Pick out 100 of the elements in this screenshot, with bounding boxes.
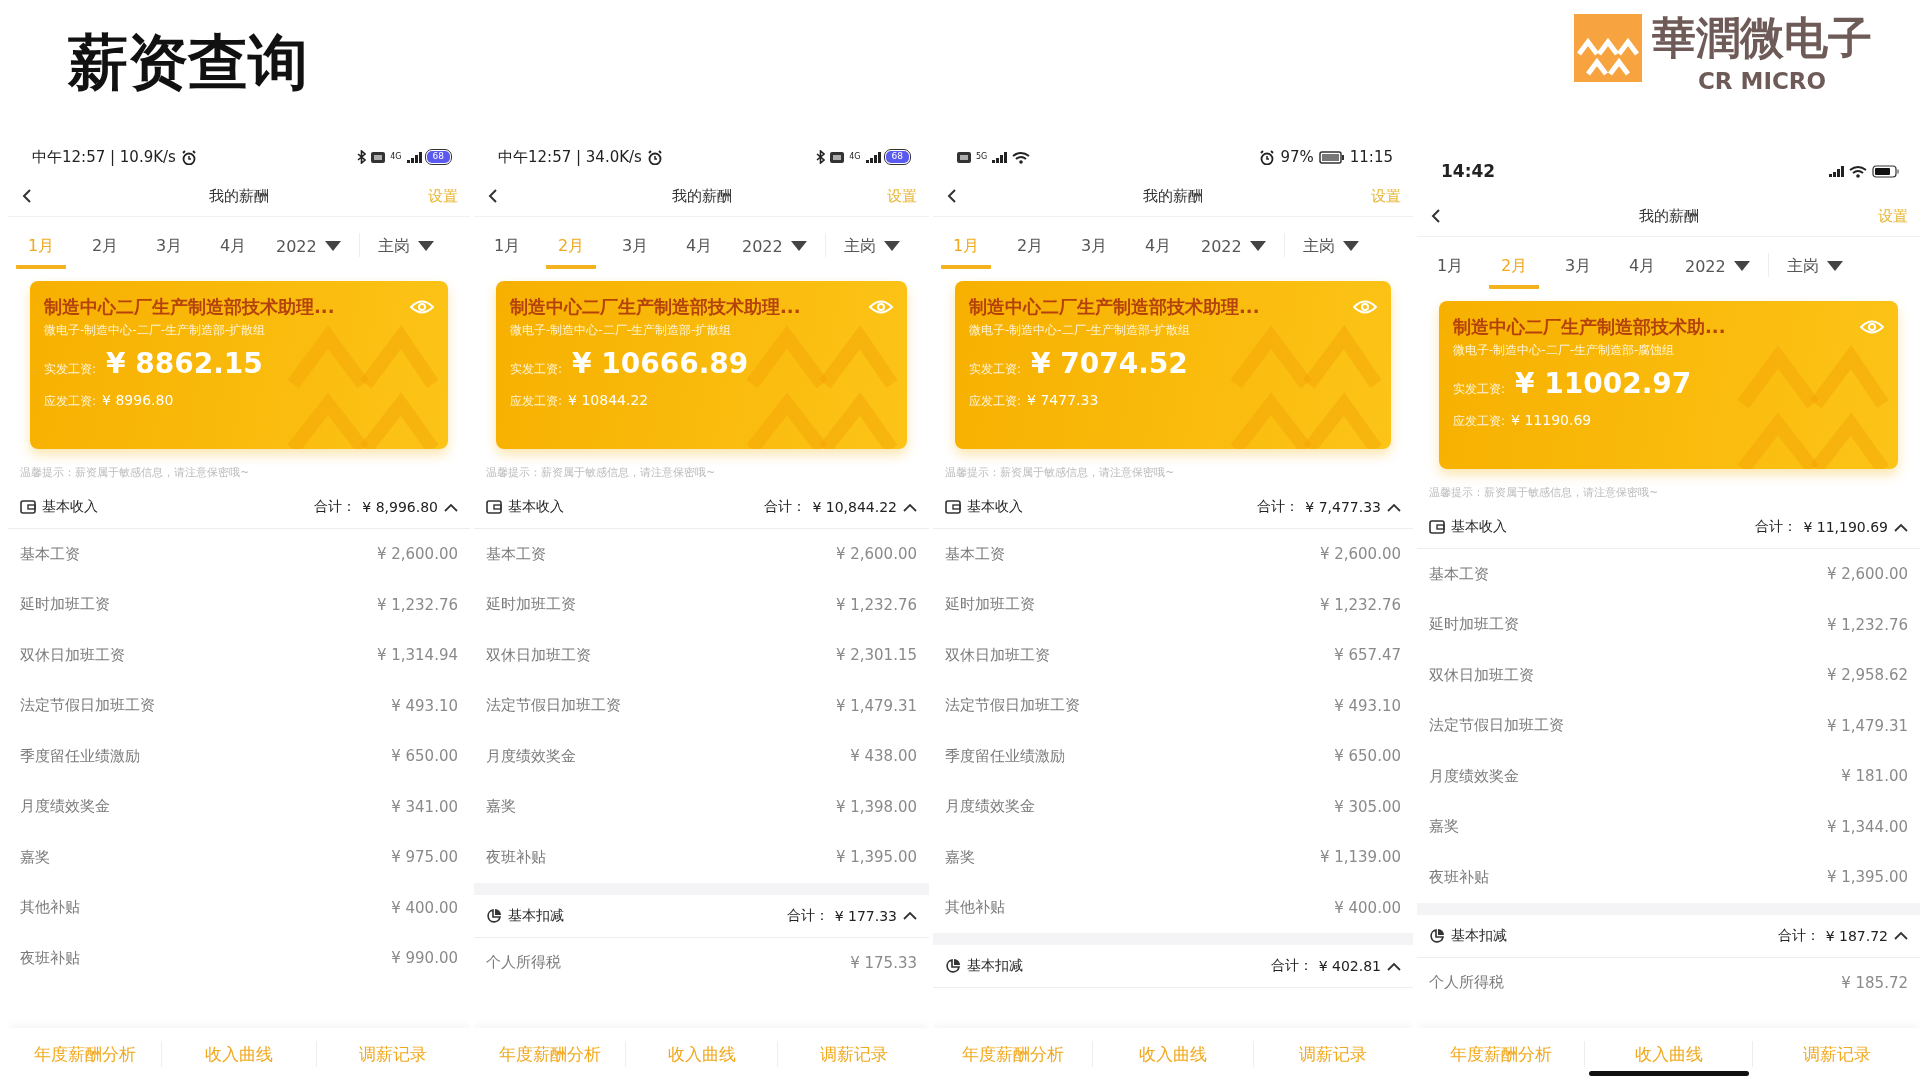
brand-name: 華潤微电子 bbox=[1652, 14, 1872, 63]
net-pay-amount: ¥ 7074.52 bbox=[1031, 347, 1188, 380]
post-dropdown[interactable]: 主岗 bbox=[373, 221, 438, 269]
item-label: 法定节假日加班工资 bbox=[945, 696, 1080, 716]
item-label: 基本工资 bbox=[20, 544, 80, 564]
caret-down-icon bbox=[324, 241, 341, 251]
caret-down-icon bbox=[1342, 241, 1359, 251]
chevron-up-icon[interactable] bbox=[903, 502, 917, 512]
month-tab[interactable]: 4月 bbox=[1133, 221, 1183, 269]
position-title: 制造中心二厂生产制造部技术助理... bbox=[969, 295, 1260, 319]
year-dropdown[interactable]: 2022 bbox=[738, 222, 811, 268]
gross-pay-amount: ¥ 7477.33 bbox=[1027, 392, 1099, 408]
chevron-up-icon[interactable] bbox=[444, 502, 458, 512]
item-amount: ¥ 175.33 bbox=[850, 953, 917, 972]
logo-mark-icon bbox=[1574, 14, 1642, 82]
item-amount: ¥ 1,479.31 bbox=[835, 696, 917, 715]
chevron-up-icon[interactable] bbox=[1387, 961, 1401, 971]
chevron-up-icon[interactable] bbox=[903, 911, 917, 920]
network-label: 4G bbox=[849, 153, 861, 161]
wallet-icon bbox=[945, 500, 961, 514]
back-icon bbox=[1431, 208, 1441, 224]
item-label: 月度绩效奖金 bbox=[1429, 766, 1519, 786]
item-amount: ¥ 650.00 bbox=[391, 747, 458, 766]
item-label: 延时加班工资 bbox=[20, 595, 110, 615]
gross-pay-label: 应发工资: bbox=[44, 393, 97, 410]
eye-icon bbox=[869, 299, 893, 315]
total-label: 合计： bbox=[1755, 518, 1798, 536]
section-title: 基本收入 bbox=[42, 498, 98, 516]
month-tab[interactable]: 1月 bbox=[482, 221, 532, 269]
post-dropdown[interactable]: 主岗 bbox=[1298, 221, 1363, 269]
month-tab[interactable]: 3月 bbox=[1069, 221, 1119, 269]
month-tab[interactable]: 3月 bbox=[1553, 241, 1603, 289]
back-icon bbox=[22, 188, 32, 204]
chevron-up-icon[interactable] bbox=[1894, 931, 1908, 940]
item-amount: ¥ 2,301.15 bbox=[835, 646, 917, 665]
net-pay-label: 实发工资: bbox=[969, 361, 1022, 378]
month-tab[interactable]: 4月 bbox=[208, 221, 258, 269]
item-amount: ¥ 185.72 bbox=[1841, 973, 1908, 992]
total-label: 合计： bbox=[1777, 926, 1820, 945]
page-title: 我的薪酬 bbox=[1143, 186, 1203, 206]
alarm-clock-icon bbox=[1259, 149, 1276, 165]
item-label: 其他补贴 bbox=[20, 898, 80, 918]
page-title: 我的薪酬 bbox=[1638, 206, 1699, 226]
back-icon bbox=[488, 188, 498, 204]
signal-icon bbox=[865, 151, 881, 163]
total-amount: ¥ 177.33 bbox=[834, 907, 897, 924]
alarm-clock-icon bbox=[646, 149, 663, 165]
item-amount: ¥ 400.00 bbox=[391, 898, 458, 917]
item-amount: ¥ 1,344.00 bbox=[1826, 817, 1908, 836]
item-label: 法定节假日加班工资 bbox=[1429, 716, 1564, 736]
item-label: 季度留任业绩激励 bbox=[20, 746, 140, 766]
item-label: 法定节假日加班工资 bbox=[486, 696, 621, 716]
item-label: 其他补贴 bbox=[945, 898, 1005, 918]
post-dropdown[interactable]: 主岗 bbox=[839, 221, 904, 269]
year-dropdown[interactable]: 2022 bbox=[1681, 242, 1754, 288]
month-tab[interactable]: 1月 bbox=[1425, 241, 1475, 289]
wifi-icon bbox=[1849, 164, 1867, 178]
month-tab[interactable]: 3月 bbox=[144, 221, 194, 269]
post-dropdown[interactable]: 主岗 bbox=[1782, 241, 1847, 289]
item-amount: ¥ 650.00 bbox=[1334, 747, 1401, 766]
battery-icon bbox=[1318, 150, 1345, 164]
section-title: 基本扣减 bbox=[1451, 926, 1507, 945]
status-time: 14:42 bbox=[1441, 161, 1496, 181]
month-tab[interactable]: 4月 bbox=[674, 221, 724, 269]
chevron-up-icon[interactable] bbox=[1894, 522, 1908, 532]
year-dropdown[interactable]: 2022 bbox=[272, 222, 345, 268]
month-tab[interactable]: 2月 bbox=[80, 221, 130, 269]
caret-down-icon bbox=[1826, 261, 1843, 271]
pie-chart-icon bbox=[945, 958, 961, 974]
item-amount: ¥ 400.00 bbox=[1334, 898, 1401, 917]
department-path: 微电子-制造中心-二厂-生产制造部-扩散组 bbox=[510, 323, 732, 337]
year-dropdown[interactable]: 2022 bbox=[1197, 222, 1270, 268]
section-title: 基本扣减 bbox=[508, 906, 564, 925]
section-title: 基本扣减 bbox=[967, 957, 1023, 975]
item-amount: ¥ 1,398.00 bbox=[835, 797, 917, 816]
gross-pay-amount: ¥ 10844.22 bbox=[568, 392, 649, 408]
item-amount: ¥ 2,600.00 bbox=[1826, 565, 1908, 584]
gross-pay-amount: ¥ 11190.69 bbox=[1511, 412, 1592, 428]
hd-icon bbox=[830, 151, 845, 163]
month-tab[interactable]: 4月 bbox=[1617, 241, 1667, 289]
item-amount: ¥ 341.00 bbox=[391, 797, 458, 816]
pie-chart-icon bbox=[1429, 927, 1445, 944]
eye-icon bbox=[410, 299, 434, 315]
item-label: 延时加班工资 bbox=[945, 595, 1035, 615]
item-amount: ¥ 2,600.00 bbox=[376, 545, 458, 564]
month-tab[interactable]: 3月 bbox=[610, 221, 660, 269]
item-amount: ¥ 493.10 bbox=[391, 696, 458, 715]
network-label: 5G bbox=[976, 153, 988, 161]
item-label: 嘉奖 bbox=[1429, 817, 1459, 837]
chevron-up-icon[interactable] bbox=[1387, 502, 1401, 512]
item-amount: ¥ 1,232.76 bbox=[1826, 615, 1908, 634]
item-label: 夜班补贴 bbox=[486, 847, 546, 867]
caret-down-icon bbox=[883, 241, 900, 251]
item-label: 月度绩效奖金 bbox=[945, 797, 1035, 817]
net-pay-amount: ¥ 8862.15 bbox=[106, 347, 263, 380]
bluetooth-icon bbox=[356, 150, 367, 164]
wallet-icon bbox=[1429, 520, 1445, 534]
item-label: 基本工资 bbox=[486, 544, 546, 564]
month-tab[interactable]: 2月 bbox=[1005, 221, 1055, 269]
item-label: 夜班补贴 bbox=[1429, 867, 1489, 887]
